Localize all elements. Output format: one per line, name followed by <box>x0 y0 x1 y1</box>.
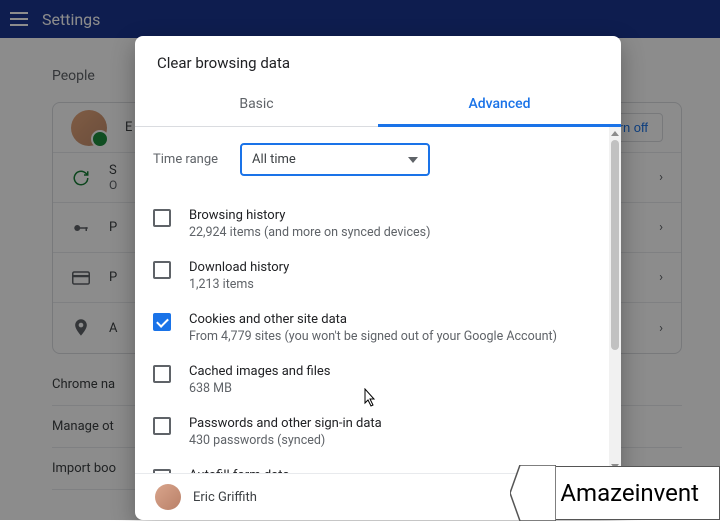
checkbox[interactable] <box>153 365 171 383</box>
tab-advanced[interactable]: Advanced <box>378 86 621 127</box>
option-subtitle: 638 MB <box>189 381 330 396</box>
option-browsing-history[interactable]: Browsing history 22,924 items (and more … <box>153 198 591 250</box>
option-title: Download history <box>189 260 289 275</box>
option-title: Cached images and files <box>189 364 330 379</box>
scroll-thumb[interactable] <box>611 140 619 350</box>
option-download-history[interactable]: Download history 1,213 items <box>153 250 591 302</box>
scroll-up-icon[interactable] <box>611 131 619 136</box>
option-subtitle: 430 passwords (synced) <box>189 433 382 448</box>
checkbox[interactable] <box>153 313 171 331</box>
option-cookies[interactable]: Cookies and other site data From 4,779 s… <box>153 302 591 354</box>
option-cached[interactable]: Cached images and files 638 MB <box>153 354 591 406</box>
dialog-tabs: Basic Advanced <box>135 86 621 127</box>
option-subtitle: From 4,779 sites (you won't be signed ou… <box>189 329 557 344</box>
option-title: Cookies and other site data <box>189 312 557 327</box>
checkbox[interactable] <box>153 209 171 227</box>
time-range-row: Time range All time <box>153 143 591 176</box>
time-range-value: All time <box>252 152 296 167</box>
checkbox[interactable] <box>153 261 171 279</box>
clear-browsing-data-dialog: Clear browsing data Basic Advanced Time … <box>135 36 621 520</box>
time-range-label: Time range <box>153 152 218 167</box>
option-subtitle: 1,213 items <box>189 277 289 292</box>
time-range-select[interactable]: All time <box>240 143 430 176</box>
avatar <box>155 484 181 510</box>
option-title: Passwords and other sign-in data <box>189 416 382 431</box>
tab-basic[interactable]: Basic <box>135 86 378 126</box>
chevron-down-icon <box>408 157 418 163</box>
scrollbar[interactable] <box>609 127 621 473</box>
option-passwords[interactable]: Passwords and other sign-in data 430 pas… <box>153 406 591 458</box>
checkbox[interactable] <box>153 417 171 435</box>
option-title: Browsing history <box>189 208 430 223</box>
option-subtitle: 22,924 items (and more on synced devices… <box>189 225 430 240</box>
watermark: Amazeinvent <box>553 466 720 520</box>
watermark-text: Amazeinvent <box>554 479 719 507</box>
dialog-title: Clear browsing data <box>135 36 621 86</box>
dialog-body: Time range All time Browsing history 22,… <box>135 127 609 473</box>
footer-account-name: Eric Griffith <box>193 490 257 505</box>
